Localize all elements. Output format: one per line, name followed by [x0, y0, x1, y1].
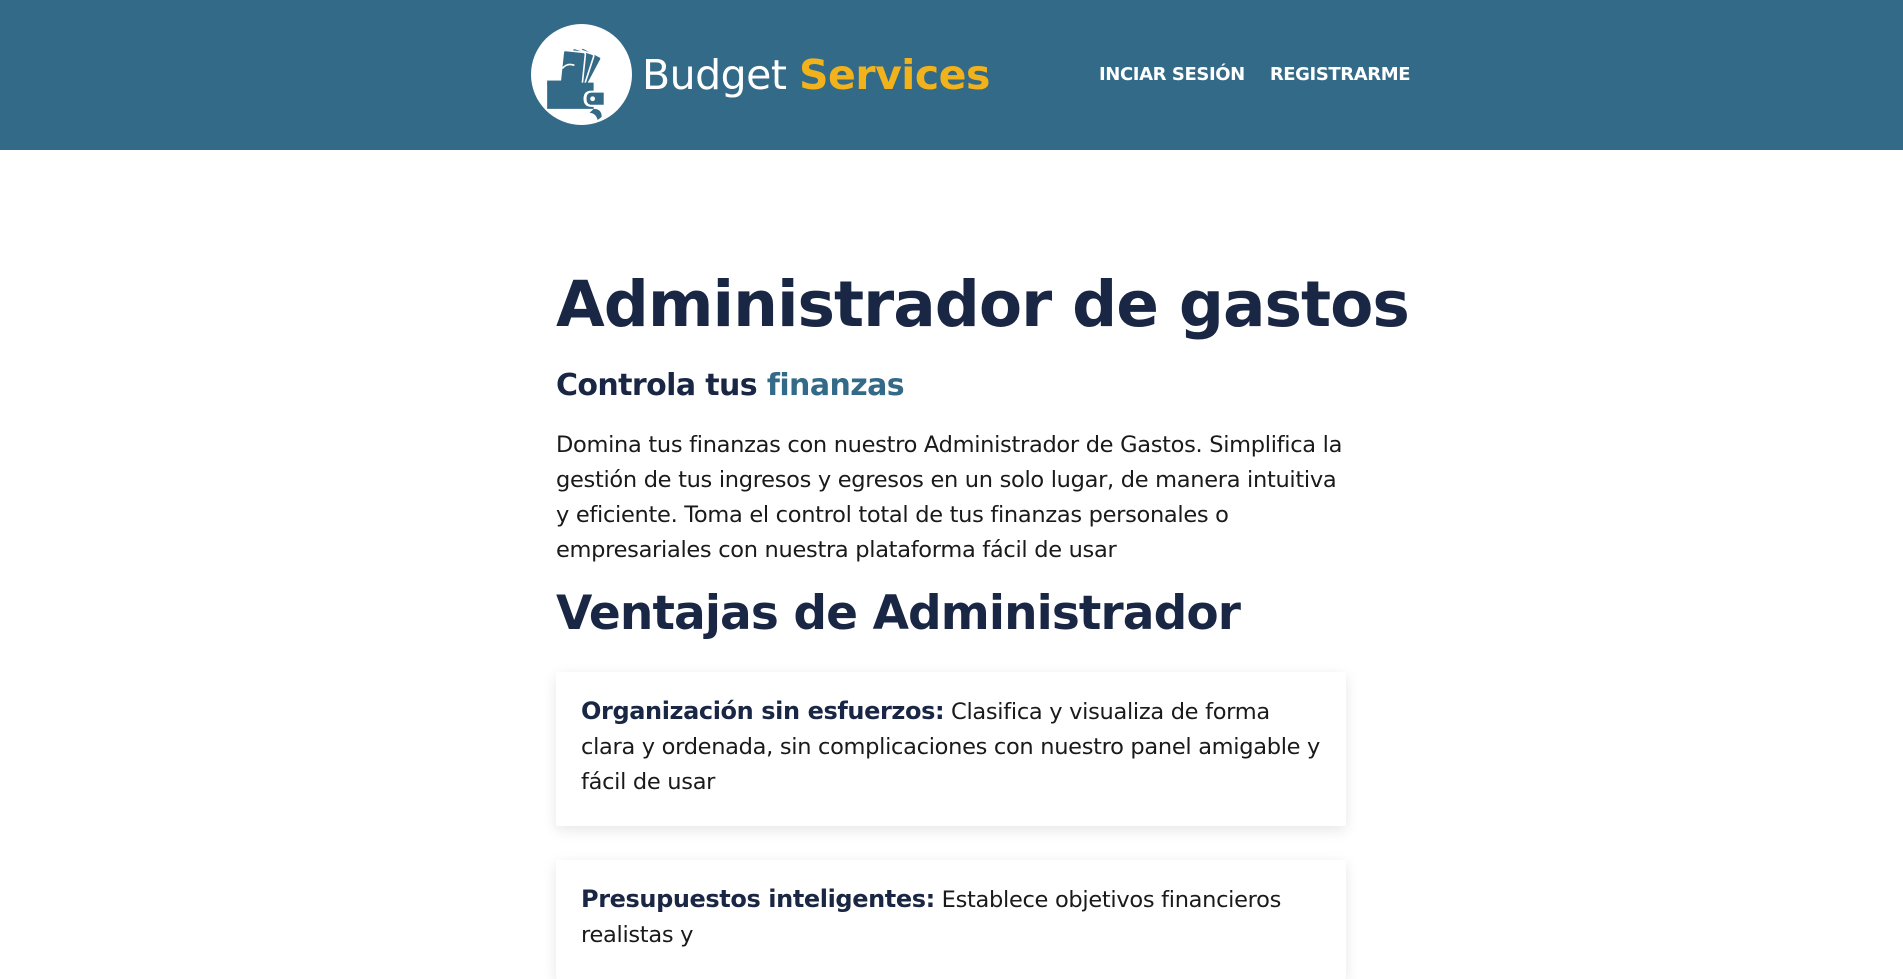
- brand-primary: Budget: [642, 51, 787, 99]
- subtitle-prefix: Controla tus: [556, 368, 758, 403]
- login-link[interactable]: INCIAR SESIÓN: [1099, 64, 1245, 85]
- advantage-title: Organización sin esfuerzos:: [581, 697, 945, 725]
- page-title: Administrador de gastos: [556, 268, 1410, 341]
- advantage-card: Organización sin esfuerzos: Clasifica y …: [556, 672, 1346, 826]
- brand-accent: Services: [799, 51, 990, 99]
- brand-logo[interactable]: Budget Services: [531, 24, 990, 125]
- advantages-title: Ventajas de Administrador: [556, 586, 1241, 641]
- wallet-logo-icon: [531, 24, 632, 125]
- page-subtitle: Controla tus finanzas: [556, 366, 1346, 406]
- intro-paragraph: Domina tus finanzas con nuestro Administ…: [556, 432, 1343, 563]
- main-content: Administrador de gastos Controla tus fin…: [556, 262, 1410, 979]
- register-link[interactable]: REGISTRARME: [1270, 64, 1411, 85]
- advantage-card: Presupuestos inteligentes: Establece obj…: [556, 860, 1346, 979]
- brand-name: Budget Services: [642, 55, 990, 96]
- subtitle-highlight: finanzas: [766, 368, 905, 403]
- advantage-title: Presupuestos inteligentes:: [581, 885, 935, 913]
- header-nav: INCIAR SESIÓN REGISTRARME: [1099, 64, 1411, 85]
- site-header: Budget Services INCIAR SESIÓN REGISTRARM…: [0, 0, 1903, 150]
